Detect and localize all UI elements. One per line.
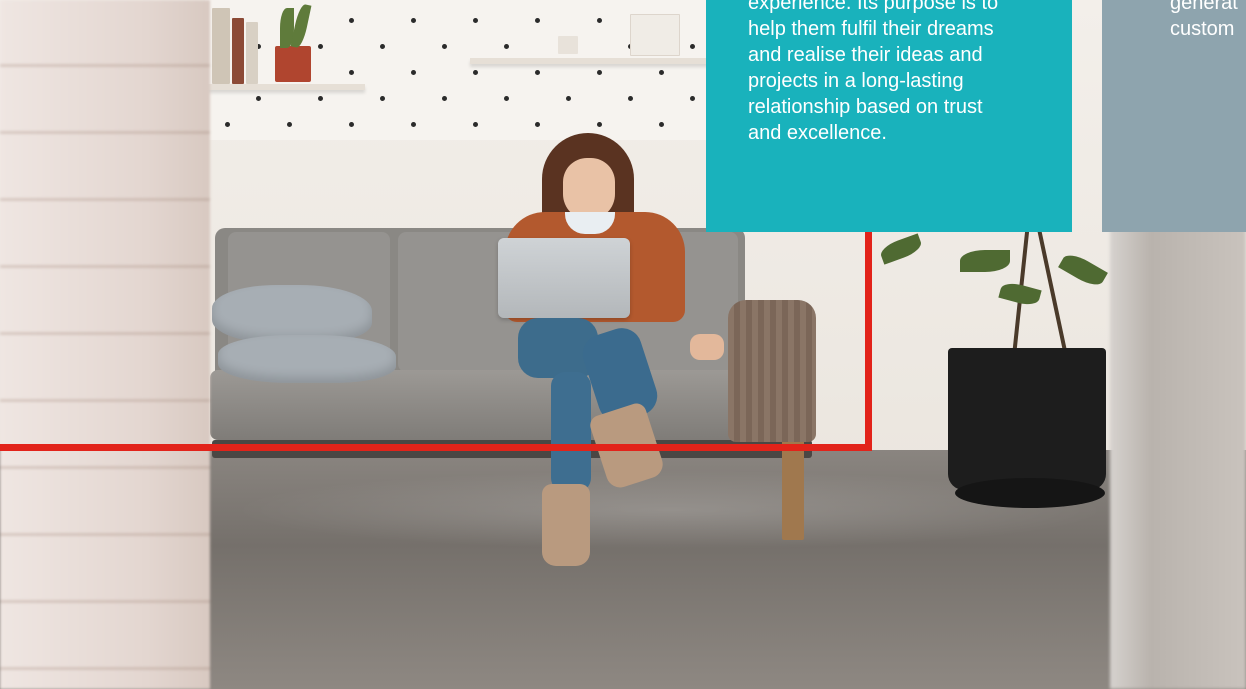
peg-dot (690, 96, 695, 101)
peg-dot (411, 18, 416, 23)
knit-blanket (728, 300, 816, 442)
shelf-jar (558, 36, 578, 54)
secondary-card: generat custom (1102, 0, 1246, 232)
brick-wall-foreground (0, 0, 210, 689)
peg-dot (349, 18, 354, 23)
peg-dot (473, 70, 478, 75)
secondary-text: generat custom (1170, 0, 1246, 42)
peg-dot (659, 122, 664, 127)
peg-dot (597, 18, 602, 23)
shelf-jar (630, 14, 680, 56)
peg-dot (690, 44, 695, 49)
peg-dot (380, 44, 385, 49)
peg-dot (318, 44, 323, 49)
purpose-line: and realise their ideas and (748, 44, 983, 66)
peg-dot (504, 44, 509, 49)
plant-pot-base (955, 478, 1105, 508)
pillow (218, 335, 396, 383)
purpose-line: projects in a long-lasting (748, 70, 964, 92)
peg-dot (628, 96, 633, 101)
purpose-text: experience. Its purpose is to help them … (748, 0, 1044, 146)
sofa-leg (782, 440, 804, 540)
peg-dot (659, 70, 664, 75)
purpose-line: and excellence. (748, 122, 887, 144)
peg-dot (442, 44, 447, 49)
shelf-right (470, 58, 710, 64)
plant-leaf (960, 250, 1010, 272)
books (232, 18, 244, 84)
woman-hand (690, 334, 724, 360)
peg-dot (473, 122, 478, 127)
shelf-left (205, 84, 365, 90)
peg-dot (349, 122, 354, 127)
red-accent-line (865, 228, 872, 451)
books (212, 8, 230, 84)
peg-dot (442, 96, 447, 101)
laptop (498, 238, 630, 318)
peg-dot (535, 70, 540, 75)
secondary-line: generat (1170, 0, 1238, 14)
peg-dot (287, 122, 292, 127)
woman-face (563, 158, 615, 220)
peg-dot (597, 122, 602, 127)
peg-dot (535, 122, 540, 127)
peg-dot (566, 96, 571, 101)
peg-dot (225, 122, 230, 127)
peg-dot (349, 70, 354, 75)
peg-dot (256, 96, 261, 101)
purpose-card: experience. Its purpose is to help them … (706, 0, 1072, 232)
peg-dot (380, 96, 385, 101)
purpose-line: relationship based on trust (748, 96, 983, 118)
purpose-line: help them fulfil their dreams (748, 18, 994, 40)
woman-leg (551, 372, 591, 492)
red-accent-line (0, 444, 872, 451)
peg-dot (411, 122, 416, 127)
boot (542, 484, 590, 566)
peg-dot (318, 96, 323, 101)
purpose-line: experience. Its purpose is to (748, 0, 999, 14)
peg-dot (597, 70, 602, 75)
peg-dot (535, 18, 540, 23)
secondary-line: custom (1170, 18, 1235, 40)
peg-dot (411, 70, 416, 75)
plant-pot (948, 348, 1106, 490)
peg-dot (504, 96, 509, 101)
peg-dot (473, 18, 478, 23)
small-plant-pot (275, 46, 311, 82)
books (246, 22, 258, 84)
